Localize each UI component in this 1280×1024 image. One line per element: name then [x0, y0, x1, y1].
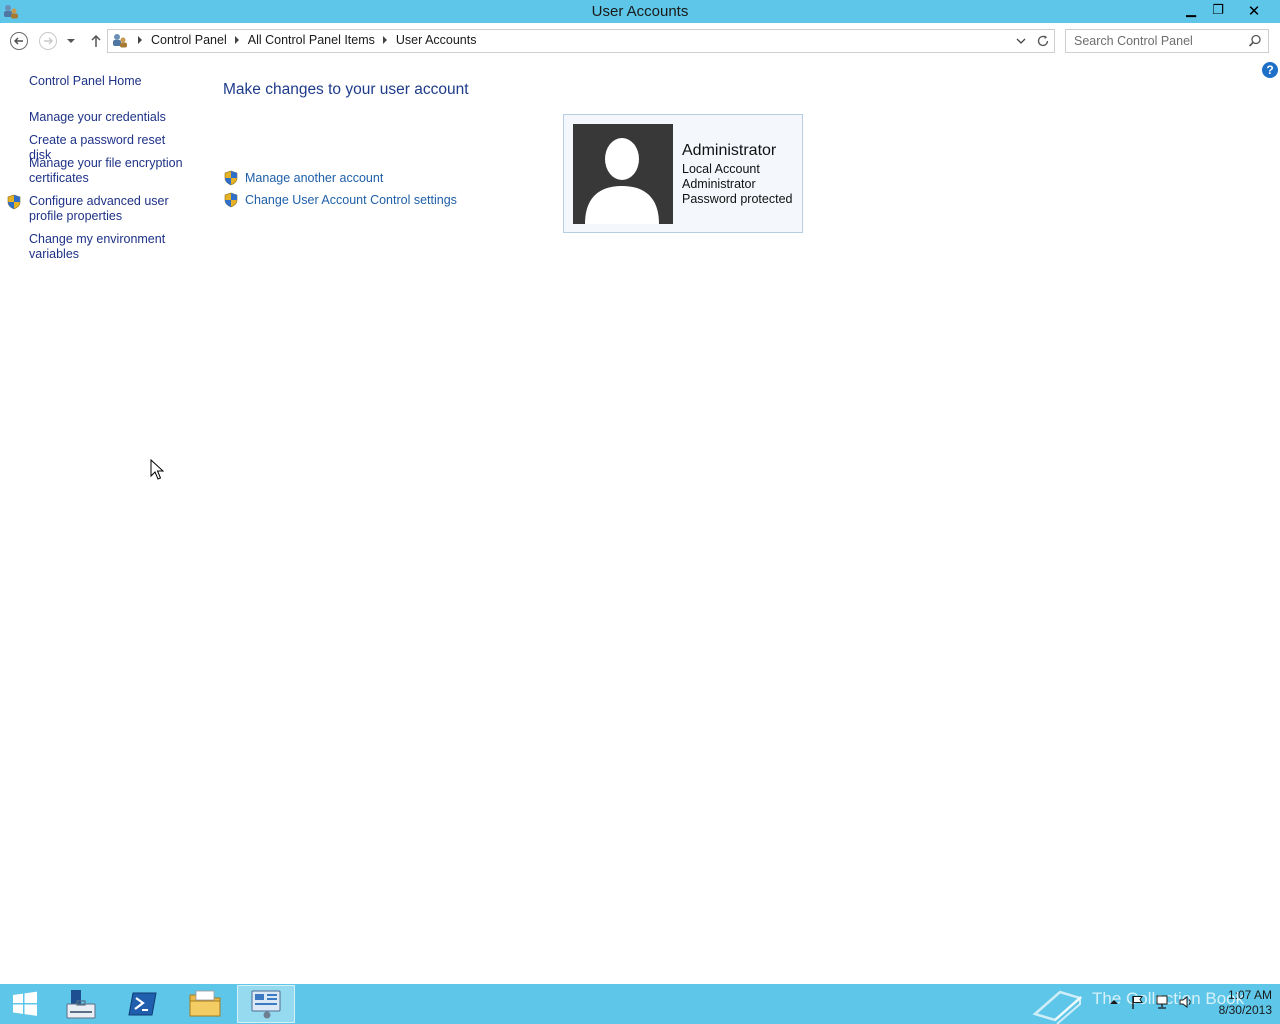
- sidebar-item-manage-credentials[interactable]: Manage your credentials: [29, 110, 189, 125]
- window-title: User Accounts: [591, 3, 689, 20]
- account-type: Local Account: [682, 162, 760, 176]
- sidebar-item-advanced-profile[interactable]: Configure advanced user profile properti…: [29, 194, 189, 224]
- powershell-icon: [128, 992, 157, 1016]
- restore-button[interactable]: ❐: [1204, 0, 1232, 21]
- forward-button[interactable]: [38, 31, 58, 51]
- title-bar: User Accounts ▁ ❐ ✕: [0, 0, 1280, 23]
- sidebar-control-panel-home[interactable]: Control Panel Home: [29, 74, 189, 89]
- account-card: Administrator Local Account Administrato…: [563, 114, 803, 233]
- account-status: Password protected: [682, 192, 793, 206]
- breadcrumb-control-panel[interactable]: Control Panel: [151, 33, 227, 47]
- taskbar: The Collection Book 1:07 AM 8/30/2013: [0, 984, 1280, 1024]
- refresh-icon[interactable]: [1036, 34, 1050, 48]
- sidebar-item-environment-variables[interactable]: Change my environment variables: [29, 232, 189, 262]
- help-icon[interactable]: ?: [1262, 62, 1278, 78]
- show-hidden-icons-icon[interactable]: [1106, 994, 1122, 1010]
- book-watermark-icon: [1032, 990, 1083, 1024]
- user-silhouette-icon: [585, 138, 659, 224]
- chevron-down-icon: [67, 39, 75, 43]
- avatar: [573, 124, 673, 224]
- change-uac-settings-link[interactable]: Change User Account Control settings: [245, 193, 457, 207]
- account-name: Administrator: [682, 142, 777, 159]
- start-icon: [13, 991, 37, 1016]
- taskbar-server-manager[interactable]: [52, 985, 110, 1023]
- restore-icon: ❐: [1212, 3, 1224, 18]
- uac-shield-icon: [7, 194, 21, 210]
- server-manager-icon: [66, 990, 96, 1019]
- address-bar[interactable]: Control Panel All Control Panel Items Us…: [107, 29, 1055, 53]
- control-panel-icon: [113, 34, 127, 48]
- search-input[interactable]: [1066, 30, 1246, 52]
- taskbar-file-explorer[interactable]: [176, 985, 234, 1023]
- action-center-flag-icon[interactable]: [1130, 994, 1146, 1010]
- mouse-cursor-icon: [150, 459, 164, 480]
- page-title: Make changes to your user account: [223, 81, 469, 98]
- breadcrumb-separator-icon[interactable]: [382, 36, 387, 44]
- manage-another-account-link[interactable]: Manage another account: [245, 171, 383, 185]
- volume-icon[interactable]: [1178, 994, 1194, 1010]
- search-icon[interactable]: [1248, 34, 1262, 48]
- taskbar-control-panel[interactable]: [237, 985, 295, 1023]
- clock-date: 8/30/2013: [1218, 1003, 1272, 1017]
- breadcrumb-all-items[interactable]: All Control Panel Items: [248, 33, 375, 47]
- control-panel-icon: [251, 990, 281, 1019]
- up-button[interactable]: [86, 31, 106, 51]
- network-icon[interactable]: [1154, 994, 1170, 1010]
- back-arrow-icon: [10, 32, 28, 50]
- close-icon: ✕: [1247, 1, 1261, 20]
- minimize-icon: ▁: [1186, 3, 1196, 18]
- up-arrow-icon: [91, 34, 101, 47]
- search-box[interactable]: [1065, 29, 1269, 53]
- navigation-bar: Control Panel All Control Panel Items Us…: [0, 28, 1280, 54]
- file-explorer-icon: [189, 990, 221, 1017]
- minimize-button[interactable]: ▁: [1177, 0, 1205, 21]
- address-dropdown-icon[interactable]: [1016, 36, 1026, 46]
- breadcrumb-user-accounts[interactable]: User Accounts: [396, 33, 477, 47]
- start-button[interactable]: [0, 985, 50, 1023]
- uac-shield-icon: [224, 170, 238, 186]
- recent-locations-button[interactable]: [64, 31, 78, 51]
- close-button[interactable]: ✕: [1231, 0, 1277, 21]
- back-button[interactable]: [9, 31, 29, 51]
- breadcrumb: Control Panel All Control Panel Items Us…: [134, 33, 480, 47]
- clock-time: 1:07 AM: [1227, 988, 1272, 1002]
- breadcrumb-separator-icon[interactable]: [234, 36, 239, 44]
- breadcrumb-separator-icon[interactable]: [138, 36, 142, 44]
- account-group: Administrator: [682, 177, 756, 191]
- uac-shield-icon: [224, 192, 238, 208]
- forward-arrow-icon: [39, 32, 57, 50]
- system-clock[interactable]: 1:07 AM 8/30/2013: [1200, 988, 1272, 1018]
- sidebar-item-file-encryption[interactable]: Manage your file encryption certificates: [29, 156, 189, 186]
- taskbar-powershell[interactable]: [114, 985, 172, 1023]
